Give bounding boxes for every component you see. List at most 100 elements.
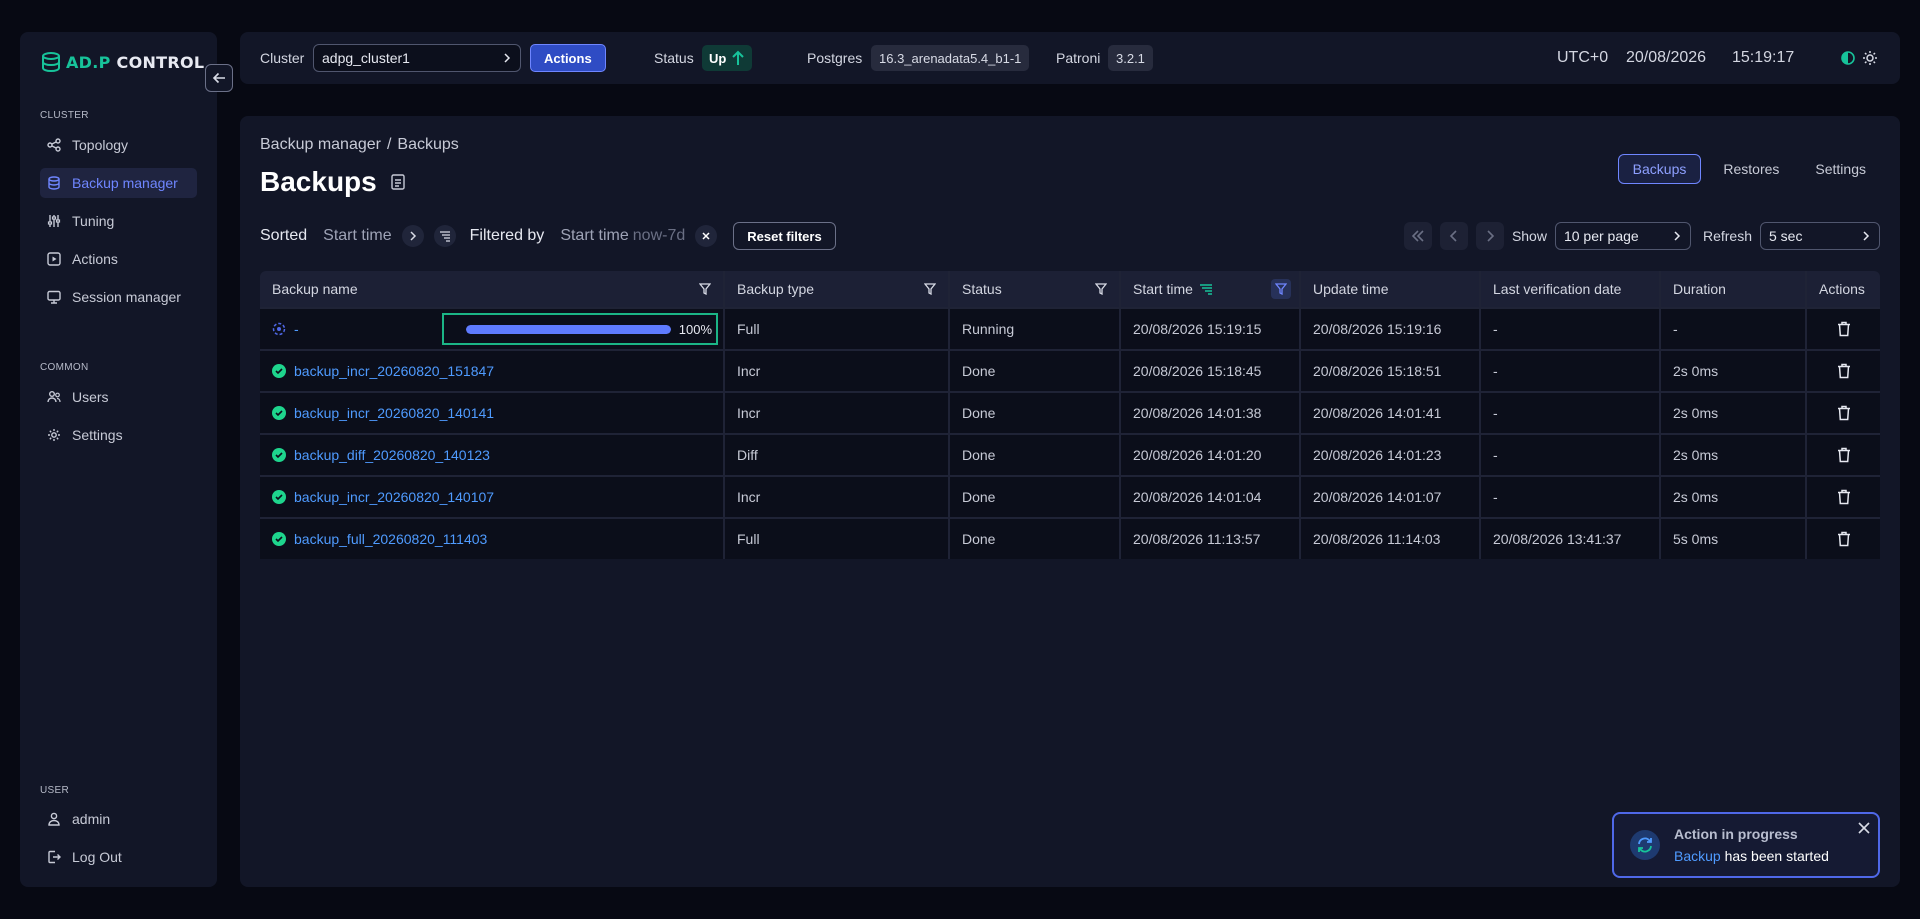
sort-desc-icon[interactable]	[1199, 282, 1213, 296]
page-title: Backups	[260, 166, 377, 197]
cell-backup-name: - 100%	[260, 309, 725, 349]
filter-icon[interactable]	[920, 279, 940, 299]
tab-settings[interactable]: Settings	[1801, 154, 1880, 184]
sidebar-item-label: Log Out	[72, 849, 122, 865]
cluster-select[interactable]: adpg_cluster1	[313, 44, 521, 72]
column-header-last-verification[interactable]: Last verification date	[1481, 271, 1661, 307]
next-page-button[interactable]	[1475, 222, 1504, 250]
filter-icon[interactable]	[695, 279, 715, 299]
current-date: 20/08/2026	[1626, 49, 1707, 66]
sidebar-item-settings[interactable]: Settings	[40, 420, 197, 450]
filter-bar: Sorted Start time Filtered by Start time…	[260, 222, 836, 250]
cell-actions	[1807, 519, 1880, 559]
table-row[interactable]: backup_full_20260820_111403 Full Done 20…	[260, 517, 1880, 559]
chevron-right-icon	[1485, 230, 1495, 242]
play-icon	[46, 251, 62, 267]
column-header-backup-name[interactable]: Backup name	[260, 271, 725, 307]
reset-filters-button[interactable]: Reset filters	[733, 222, 836, 250]
sidebar: AD.P CONTROL CLUSTER Topology Backup man…	[20, 32, 217, 887]
patroni-version-badge: 3.2.1	[1108, 45, 1153, 71]
column-header-start-time[interactable]: Start time	[1121, 271, 1301, 307]
toast-title: Action in progress	[1674, 826, 1798, 842]
page-size-select[interactable]: 10 per page	[1554, 222, 1691, 250]
backup-name-link[interactable]: backup_full_20260820_111403	[294, 531, 487, 547]
tab-restores[interactable]: Restores	[1709, 154, 1793, 184]
cell-last-verification: -	[1481, 393, 1661, 433]
cell-duration: 5s 0ms	[1661, 519, 1807, 559]
column-label: Backup type	[737, 281, 815, 297]
table-row[interactable]: backup_diff_20260820_140123 Diff Done 20…	[260, 433, 1880, 475]
document-icon[interactable]	[391, 174, 405, 190]
column-label: Actions	[1819, 281, 1865, 297]
current-time: 15:19:17	[1732, 49, 1795, 66]
cell-backup-name: backup_diff_20260820_140123	[260, 435, 725, 475]
sidebar-item-tuning[interactable]: Tuning	[40, 206, 197, 236]
backup-name-link[interactable]: backup_incr_20260820_151847	[294, 363, 494, 379]
sidebar-item-admin[interactable]: admin	[40, 804, 197, 834]
table-row[interactable]: backup_incr_20260820_151847 Incr Done 20…	[260, 349, 1880, 391]
theme-dark-toggle[interactable]	[1840, 32, 1856, 84]
breadcrumb-backup-manager[interactable]: Backup manager	[260, 136, 381, 154]
sidebar-item-backup-manager[interactable]: Backup manager	[40, 168, 197, 198]
table-row[interactable]: backup_incr_20260820_140107 Incr Done 20…	[260, 475, 1880, 517]
column-header-update-time[interactable]: Update time	[1301, 271, 1481, 307]
backup-progress: 100%	[442, 313, 718, 345]
tab-backups[interactable]: Backups	[1617, 154, 1702, 184]
sidebar-item-topology[interactable]: Topology	[40, 130, 197, 160]
column-header-backup-type[interactable]: Backup type	[725, 271, 950, 307]
cell-update-time: 20/08/2026 14:01:41	[1301, 393, 1481, 433]
sidebar-item-logout[interactable]: Log Out	[40, 842, 197, 872]
first-page-button[interactable]	[1403, 222, 1432, 250]
delete-backup-button[interactable]	[1807, 363, 1880, 379]
column-label: Duration	[1673, 281, 1726, 297]
toast-link[interactable]: Backup	[1674, 848, 1721, 864]
sidebar-item-users[interactable]: Users	[40, 382, 197, 412]
clear-filter-button[interactable]	[695, 225, 718, 247]
column-header-status[interactable]: Status	[950, 271, 1121, 307]
section-label-user: USER	[40, 785, 69, 796]
filter-active-icon[interactable]	[1271, 279, 1291, 299]
sidebar-item-label: admin	[72, 811, 111, 827]
backup-name-link[interactable]: -	[294, 321, 299, 337]
backup-name-link[interactable]: backup_incr_20260820_140141	[294, 405, 494, 421]
logo[interactable]: AD.P CONTROL	[40, 44, 204, 80]
refresh-interval-select[interactable]: 5 sec	[1760, 222, 1880, 250]
table-row[interactable]: backup_incr_20260820_140141 Incr Done 20…	[260, 391, 1880, 433]
cell-update-time: 20/08/2026 14:01:07	[1301, 477, 1481, 517]
delete-backup-button[interactable]	[1807, 531, 1880, 547]
sidebar-item-label: Topology	[72, 137, 129, 153]
user-icon	[46, 811, 62, 827]
progress-track	[466, 324, 671, 334]
sidebar-item-session-manager[interactable]: Session manager	[40, 282, 197, 312]
cell-actions	[1807, 393, 1880, 433]
sort-field-button[interactable]	[401, 225, 424, 247]
delete-backup-button[interactable]	[1807, 489, 1880, 505]
sort-direction-button[interactable]	[433, 225, 456, 247]
backup-name-link[interactable]: backup_diff_20260820_140123	[294, 447, 490, 463]
filter-icon[interactable]	[1091, 279, 1111, 299]
theme-light-toggle[interactable]	[1862, 32, 1878, 84]
breadcrumb: Backup manager / Backups	[260, 136, 459, 154]
filtered-by-label: Filtered by	[469, 227, 545, 244]
cell-duration: 2s 0ms	[1661, 435, 1807, 475]
cell-duration: 2s 0ms	[1661, 351, 1807, 391]
refresh-value: 5 sec	[1769, 228, 1803, 244]
prev-page-button[interactable]	[1439, 222, 1468, 250]
collapse-sidebar-button[interactable]	[205, 64, 233, 92]
column-header-duration[interactable]: Duration	[1661, 271, 1807, 307]
sidebar-item-actions[interactable]: Actions	[40, 244, 197, 274]
delete-backup-button[interactable]	[1807, 447, 1880, 463]
table-row[interactable]: - 100% Full Running 20/08/2026 15:19:15 …	[260, 307, 1880, 349]
cell-last-verification: 20/08/2026 13:41:37	[1481, 519, 1661, 559]
sort-desc-icon	[439, 230, 451, 242]
actions-button[interactable]: Actions	[530, 44, 606, 72]
close-icon	[702, 232, 710, 240]
backup-name-link[interactable]: backup_incr_20260820_140107	[294, 489, 494, 505]
logo-icon	[40, 51, 62, 73]
delete-backup-button[interactable]	[1807, 321, 1880, 337]
refresh-label: Refresh	[1702, 228, 1752, 244]
close-icon[interactable]	[1858, 822, 1870, 834]
filter-value: now-7d	[632, 227, 686, 244]
users-icon	[46, 389, 62, 405]
delete-backup-button[interactable]	[1807, 405, 1880, 421]
